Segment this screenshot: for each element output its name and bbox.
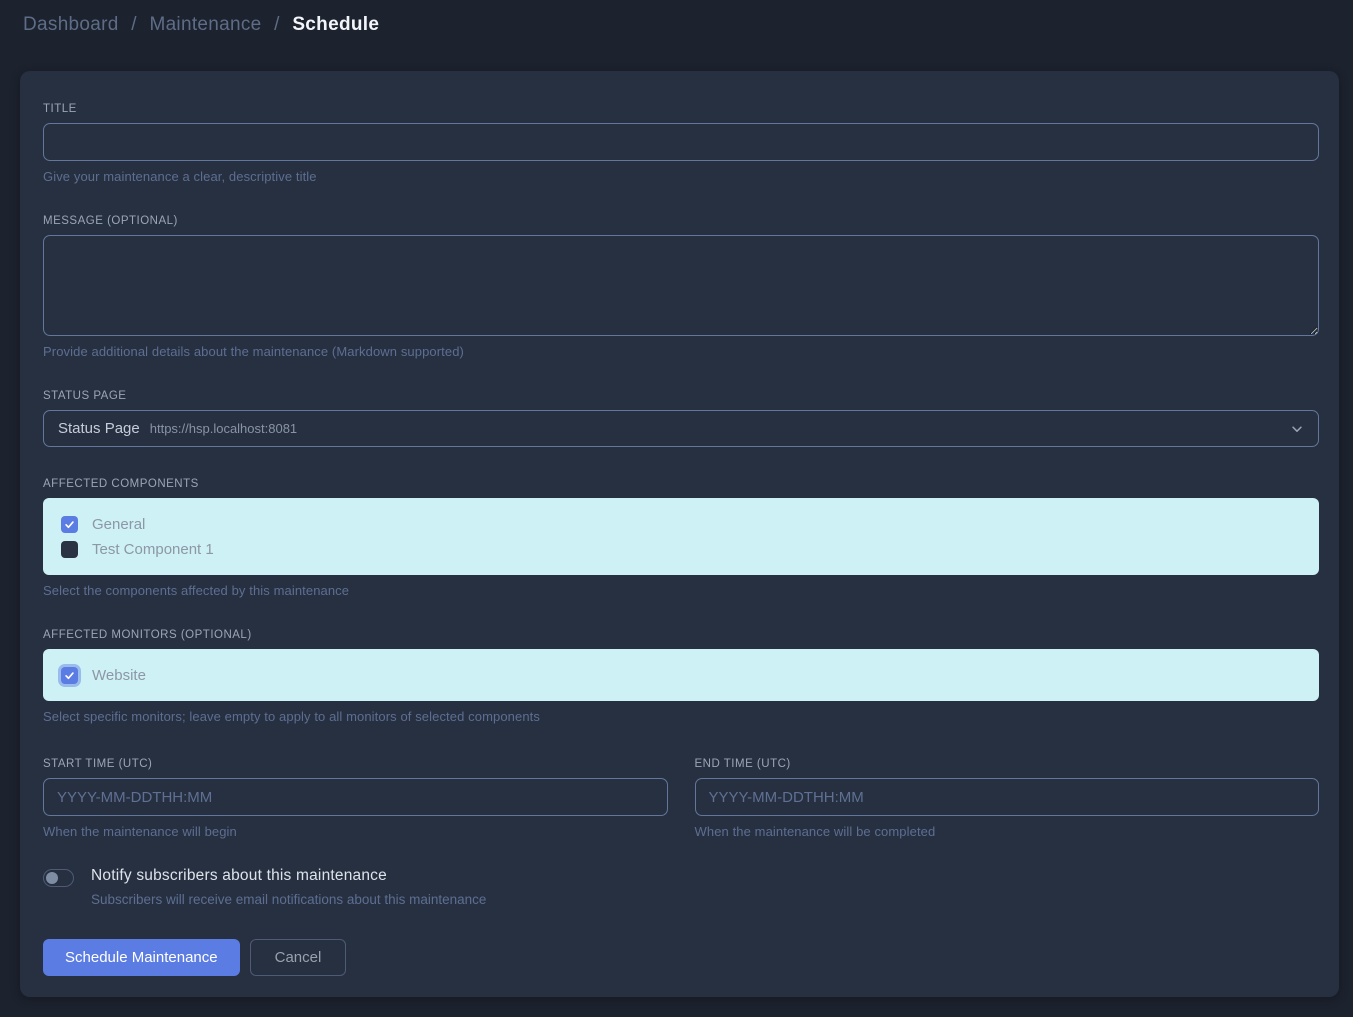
affected-monitors-field-group: AFFECTED MONITORS (OPTIONAL) Website Sel… xyxy=(43,629,1319,724)
breadcrumb-separator: / xyxy=(274,14,280,35)
status-page-label: STATUS PAGE xyxy=(43,390,1319,402)
notify-subscribers-help-text: Subscribers will receive email notificat… xyxy=(91,892,486,907)
affected-monitors-listbox: Website xyxy=(43,649,1319,701)
notify-subscribers-texts: Notify subscribers about this maintenanc… xyxy=(82,867,486,907)
checkbox-unchecked-icon[interactable] xyxy=(61,541,78,558)
top-bar: Dashboard / Maintenance / Schedule xyxy=(0,0,1353,49)
checkbox-checked-icon[interactable] xyxy=(61,667,78,684)
component-option-label[interactable]: Test Component 1 xyxy=(92,541,214,558)
component-option-label[interactable]: General xyxy=(92,516,145,533)
title-field-group: TITLE Give your maintenance a clear, des… xyxy=(43,103,1319,184)
breadcrumb-maintenance[interactable]: Maintenance xyxy=(149,14,261,35)
affected-monitors-help-text: Select specific monitors; leave empty to… xyxy=(43,709,1319,724)
message-label: MESSAGE (OPTIONAL) xyxy=(43,215,1319,227)
breadcrumb-separator: / xyxy=(131,14,137,35)
affected-components-help-text: Select the components affected by this m… xyxy=(43,583,1319,598)
end-time-field-group: END TIME (UTC) When the maintenance will… xyxy=(695,758,1320,839)
monitor-option-label[interactable]: Website xyxy=(92,667,146,684)
status-page-select[interactable]: Status Page https://hsp.localhost:8081 xyxy=(43,410,1319,447)
start-time-input[interactable] xyxy=(43,778,668,816)
start-time-help-text: When the maintenance will begin xyxy=(43,824,668,839)
start-time-field-group: START TIME (UTC) When the maintenance wi… xyxy=(43,758,668,839)
affected-monitors-label: AFFECTED MONITORS (OPTIONAL) xyxy=(43,629,1319,641)
affected-components-listbox: General Test Component 1 xyxy=(43,498,1319,575)
component-option-test-component-1[interactable]: Test Component 1 xyxy=(61,537,1301,561)
breadcrumb: Dashboard / Maintenance / Schedule xyxy=(23,14,1330,36)
start-time-label: START TIME (UTC) xyxy=(43,758,668,770)
schedule-maintenance-form-card: TITLE Give your maintenance a clear, des… xyxy=(20,71,1339,997)
schedule-maintenance-button[interactable]: Schedule Maintenance xyxy=(43,939,240,976)
time-fields-row: START TIME (UTC) When the maintenance wi… xyxy=(43,758,1319,839)
affected-components-label: AFFECTED COMPONENTS xyxy=(43,478,1319,490)
status-page-field-group: STATUS PAGE Status Page https://hsp.loca… xyxy=(43,390,1319,447)
notify-subscribers-label[interactable]: Notify subscribers about this maintenanc… xyxy=(91,867,486,885)
end-time-label: END TIME (UTC) xyxy=(695,758,1320,770)
title-label: TITLE xyxy=(43,103,1319,115)
title-help-text: Give your maintenance a clear, descripti… xyxy=(43,169,1319,184)
notify-subscribers-toggle[interactable] xyxy=(43,869,74,887)
component-option-general[interactable]: General xyxy=(61,512,1301,536)
message-help-text: Provide additional details about the mai… xyxy=(43,344,1319,359)
status-page-selected-name: Status Page xyxy=(58,420,140,437)
title-input[interactable] xyxy=(43,123,1319,161)
affected-components-field-group: AFFECTED COMPONENTS General Test Compone… xyxy=(43,478,1319,598)
toggle-knob xyxy=(46,872,58,884)
end-time-help-text: When the maintenance will be completed xyxy=(695,824,1320,839)
message-field-group: MESSAGE (OPTIONAL) Provide additional de… xyxy=(43,215,1319,359)
cancel-button[interactable]: Cancel xyxy=(250,939,347,976)
breadcrumb-current-schedule: Schedule xyxy=(292,14,379,35)
end-time-input[interactable] xyxy=(695,778,1320,816)
status-page-selected-url: https://hsp.localhost:8081 xyxy=(150,421,297,436)
breadcrumb-dashboard[interactable]: Dashboard xyxy=(23,14,119,35)
checkbox-checked-icon[interactable] xyxy=(61,516,78,533)
chevron-down-icon xyxy=(1290,422,1304,436)
notify-subscribers-row: Notify subscribers about this maintenanc… xyxy=(43,867,1319,907)
message-textarea[interactable] xyxy=(43,235,1319,336)
monitor-option-website[interactable]: Website xyxy=(61,663,1301,687)
form-actions: Schedule Maintenance Cancel xyxy=(43,939,1319,976)
